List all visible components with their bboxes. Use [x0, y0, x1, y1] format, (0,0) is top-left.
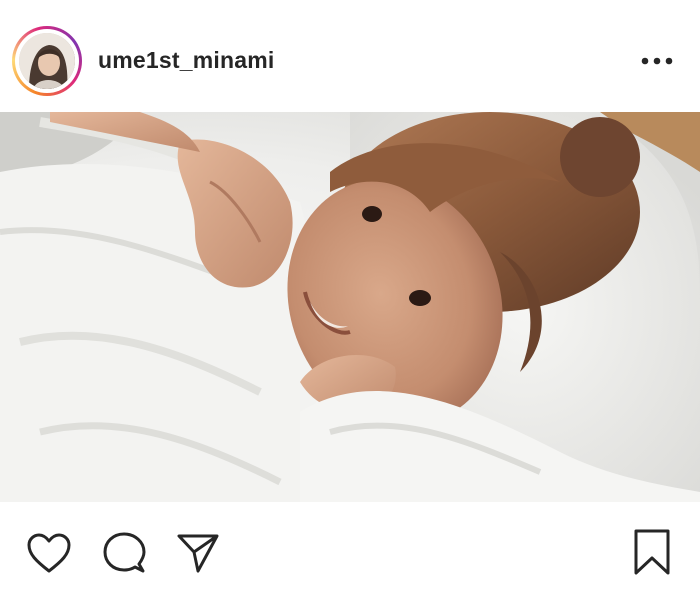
username[interactable]: ume1st_minami [98, 47, 274, 74]
avatar[interactable] [19, 33, 75, 89]
post-header: ume1st_minami [0, 0, 700, 112]
post-photo[interactable] [0, 112, 700, 502]
story-ring[interactable] [12, 26, 82, 96]
post-photo-image [0, 112, 700, 502]
bookmark-icon[interactable] [632, 528, 672, 576]
paper-plane-icon[interactable] [176, 532, 220, 574]
comment-icon[interactable] [102, 531, 146, 575]
avatar-gap [15, 29, 79, 93]
heart-icon[interactable] [26, 532, 72, 574]
post-actions [0, 502, 700, 600]
avatar-image [19, 33, 75, 89]
more-options-icon[interactable] [640, 56, 674, 66]
